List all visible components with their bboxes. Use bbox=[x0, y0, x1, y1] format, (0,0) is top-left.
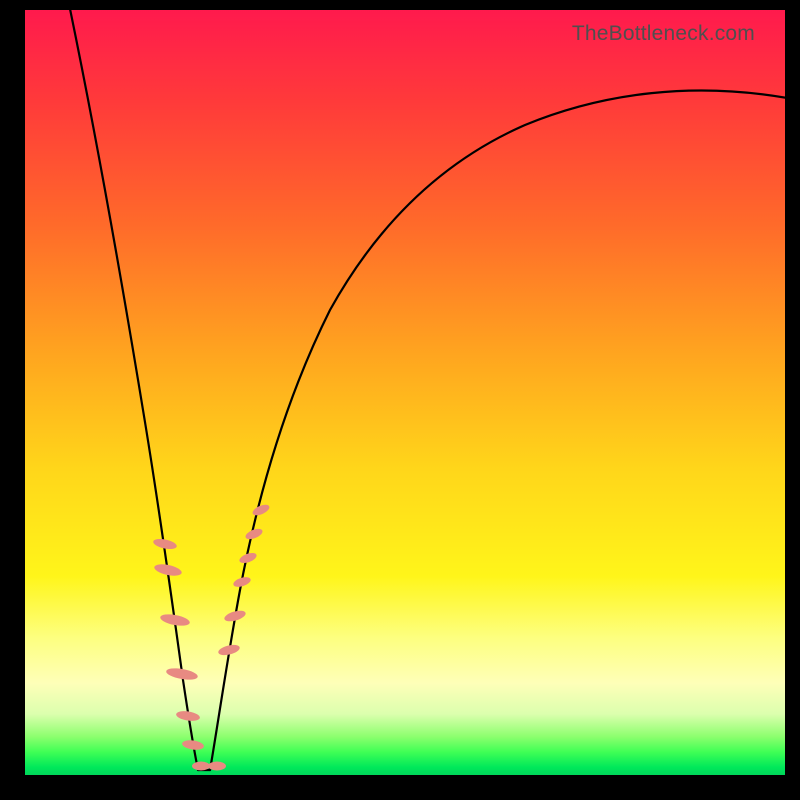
right-branch-curve bbox=[210, 91, 785, 770]
curve-layer bbox=[25, 10, 785, 775]
markers-right bbox=[217, 503, 271, 658]
markers-valley bbox=[192, 762, 226, 771]
chart-frame: TheBottleneck.com bbox=[0, 0, 800, 800]
left-branch-curve bbox=[69, 10, 198, 770]
plot-area: TheBottleneck.com bbox=[25, 10, 785, 775]
watermark-text: TheBottleneck.com bbox=[572, 22, 755, 46]
markers-left bbox=[152, 537, 204, 751]
